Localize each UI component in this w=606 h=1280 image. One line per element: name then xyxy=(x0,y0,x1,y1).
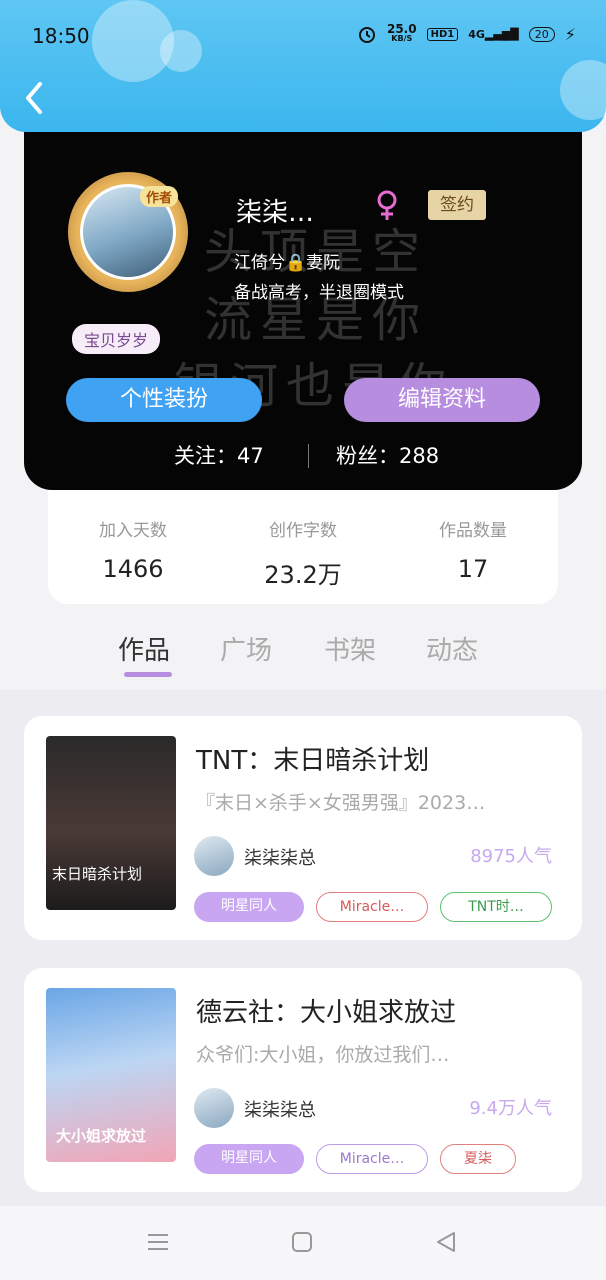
username: 柒柒… xyxy=(236,198,315,228)
work-popularity: 9.4万人气 xyxy=(469,1098,552,1119)
stat-join-days: 加入天数 1466 xyxy=(58,516,208,583)
system-nav-bar xyxy=(0,1206,606,1280)
book-cover[interactable]: 大小姐求放过 xyxy=(46,988,176,1162)
tab-works[interactable]: 作品 xyxy=(118,630,170,667)
book-cover[interactable]: 末日暗杀计划 xyxy=(46,736,176,910)
female-icon xyxy=(377,190,397,220)
net-speed: 25.0 KB/S xyxy=(386,22,417,43)
cover-title: 大小姐求放过 xyxy=(56,1127,147,1145)
profile-line-1: 江倚兮🔒妻阮 xyxy=(234,253,341,273)
divider xyxy=(308,444,309,468)
status-icons: 25.0 KB/S HD1 4G▂▄▆█ 20 ⚡ xyxy=(357,22,576,44)
fans-count[interactable]: 粉丝：288 xyxy=(336,440,439,470)
decor-bubble xyxy=(560,60,606,120)
work-desc: 众爷们:大小姐，你放过我们… xyxy=(196,1044,450,1066)
work-popularity: 8975人气 xyxy=(470,846,552,867)
alarm-icon xyxy=(358,27,375,43)
profile-banner: 头顶是空 流星是你 银河也是你 作者 宝贝岁岁 柒柒… 签约 江倚兮🔒妻阮 备战… xyxy=(24,120,582,490)
work-title[interactable]: TNT：末日暗杀计划 xyxy=(196,740,429,777)
stat-label: 加入天数 xyxy=(99,521,167,541)
tag-topic[interactable]: 夏柒 xyxy=(440,1144,516,1174)
work-title[interactable]: 德云社：大小姐求放过 xyxy=(196,992,456,1029)
menu-icon[interactable] xyxy=(146,1230,170,1254)
work-card[interactable]: 末日暗杀计划 TNT：末日暗杀计划 『末日×杀手×女强男强』2023… 柒柒柒总… xyxy=(24,716,582,940)
profile-line-2: 备战高考，半退圈模式 xyxy=(234,283,404,303)
stat-works-count: 作品数量 17 xyxy=(398,516,548,583)
tag-series[interactable]: Miracle… xyxy=(316,892,428,922)
tag-genre[interactable]: 明星同人 xyxy=(194,1144,304,1174)
home-icon[interactable] xyxy=(290,1230,314,1254)
author-avatar xyxy=(194,836,234,876)
tag-topic[interactable]: TNT时… xyxy=(440,892,552,922)
work-author: 柒柒柒总 xyxy=(244,1100,316,1121)
tag-series[interactable]: Miracle… xyxy=(316,1144,428,1174)
charging-icon: ⚡ xyxy=(564,24,576,44)
personalize-button[interactable]: 个性装扮 xyxy=(66,378,262,422)
tab-bookshelf[interactable]: 书架 xyxy=(324,630,376,667)
stat-word-count: 创作字数 23.2万 xyxy=(228,516,378,590)
work-author: 柒柒柒总 xyxy=(244,848,316,869)
tab-bar: 作品 广场 书架 动态 xyxy=(0,620,606,682)
status-time: 18:50 xyxy=(32,24,90,48)
stats-panel: 加入天数 1466 创作字数 23.2万 作品数量 17 xyxy=(48,490,558,604)
back-nav-icon[interactable] xyxy=(434,1230,458,1254)
back-icon[interactable] xyxy=(20,80,50,116)
nickname-badge: 宝贝岁岁 xyxy=(72,324,161,354)
edit-profile-button[interactable]: 编辑资料 xyxy=(344,378,540,422)
author-badge: 作者 xyxy=(140,186,179,207)
signed-badge: 签约 xyxy=(428,190,486,220)
decor-bubble xyxy=(160,30,202,72)
tag-genre[interactable]: 明星同人 xyxy=(194,892,304,922)
app-header: 18:50 25.0 KB/S HD1 4G▂▄▆█ 20 ⚡ xyxy=(0,0,606,132)
stat-value: 17 xyxy=(457,555,489,583)
stat-label: 作品数量 xyxy=(439,521,507,541)
stat-label: 创作字数 xyxy=(269,521,337,541)
following-count[interactable]: 关注：47 xyxy=(174,440,264,470)
stat-value: 23.2万 xyxy=(264,561,342,589)
hd-icon: HD1 xyxy=(426,27,459,41)
stat-value: 1466 xyxy=(102,555,164,583)
tab-square[interactable]: 广场 xyxy=(220,630,272,667)
signal-icon: 4G▂▄▆█ xyxy=(468,27,519,41)
work-desc: 『末日×杀手×女强男强』2023… xyxy=(196,792,486,814)
cover-title: 末日暗杀计划 xyxy=(52,865,143,883)
work-card[interactable]: 大小姐求放过 德云社：大小姐求放过 众爷们:大小姐，你放过我们… 柒柒柒总 9.… xyxy=(24,968,582,1192)
tab-activity[interactable]: 动态 xyxy=(426,630,478,667)
battery-icon: 20 xyxy=(528,26,555,42)
tab-indicator xyxy=(124,672,172,677)
author-avatar xyxy=(194,1088,234,1128)
